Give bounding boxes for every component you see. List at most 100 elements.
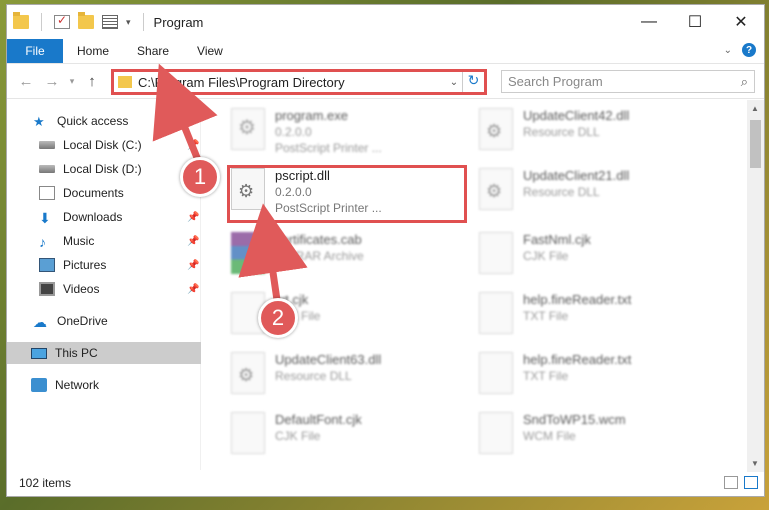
address-path[interactable]: C:\Program Files\Program Directory [138,75,446,90]
search-icon[interactable]: ⌕ [741,74,748,90]
refresh-icon[interactable]: ↻ [462,72,484,92]
vertical-scrollbar[interactable]: ▲ ▼ [747,100,764,472]
ribbon-right-controls: ⌄ ? [724,43,756,57]
nav-network[interactable]: Network [31,374,99,396]
large-icons-view-icon[interactable] [744,476,758,489]
pin-icon[interactable]: 📌 [187,212,199,223]
callout-badge-1: 1 [180,157,220,197]
pin-icon[interactable]: 📌 [187,140,199,151]
dll-gear-icon [231,352,265,394]
dll-gear-icon [479,108,513,150]
navigation-pane: ★ Quick access Local Disk (C:) 📌 Local D… [7,100,201,470]
nav-onedrive[interactable]: ☁ OneDrive [33,310,108,332]
file-item[interactable]: FastNml.cjk CJK File [473,228,713,284]
download-icon: ⬇ [39,210,51,226]
nav-item-label: OneDrive [57,314,108,328]
nav-item-label: Downloads [63,210,123,224]
folder-icon [13,12,29,29]
file-icon [479,232,513,274]
tab-view[interactable]: View [183,39,237,63]
videos-icon [39,282,55,296]
file-description: PostScript Printer ... [275,141,382,155]
file-item[interactable]: help.fineReader.txt TXT File [473,288,713,344]
disk-icon [39,165,55,173]
recent-chevron-icon[interactable]: ▾ [65,76,79,87]
file-type: WCM File [523,429,576,443]
item-count: 102 items [19,476,72,490]
maximize-button[interactable]: ☐ [672,5,718,39]
up-icon[interactable]: ↑ [79,73,105,90]
help-icon[interactable]: ? [742,43,756,57]
file-type: CJK File [275,429,321,443]
file-item[interactable]: help.fineReader.txt TXT File [473,348,713,404]
nav-local-disk-d[interactable]: Local Disk (D:) [39,158,142,180]
nav-item-label: Music [63,234,95,248]
file-type: Resource DLL [275,369,352,383]
file-icon [479,412,513,454]
properties-check-icon[interactable] [54,13,70,29]
title-bar: ▾ Program — ☐ ✕ [7,5,764,39]
tab-file[interactable]: File [7,39,63,63]
file-name: UpdateClient21.dll [523,168,630,183]
file-icon [231,412,265,454]
file-item[interactable]: UpdateClient42.dll Resource DLL [473,104,713,160]
file-item[interactable]: program.exe 0.2.0.0 PostScript Printer .… [225,104,465,160]
nav-this-pc[interactable]: This PC [7,342,201,364]
scroll-thumb[interactable] [750,120,761,168]
file-type: Resource DLL [523,185,600,199]
file-version: 0.2.0.0 [275,125,312,139]
scroll-up-icon[interactable]: ▲ [751,104,759,113]
nav-item-label: Local Disk (D:) [63,162,142,176]
nav-pictures[interactable]: Pictures 📌 [39,254,199,276]
nav-local-disk-c[interactable]: Local Disk (C:) 📌 [39,134,199,156]
content-area: ★ Quick access Local Disk (C:) 📌 Local D… [7,100,764,470]
file-type: TXT File [523,309,569,323]
file-item[interactable]: SndToWP15.wcm WCM File [473,408,713,464]
nav-music[interactable]: ♪ Music 📌 [39,230,199,252]
explorer-window: ▾ Program — ☐ ✕ File Home Share View ⌄ ?… [6,4,765,497]
file-type: Resource DLL [523,125,600,139]
cloud-icon: ☁ [33,314,47,330]
pin-icon[interactable]: 📌 [187,260,199,271]
computer-icon [31,347,47,359]
address-bar[interactable]: C:\Program Files\Program Directory ⌄ ↻ [111,69,487,95]
search-placeholder: Search Program [508,74,603,89]
customize-toolbar-icon[interactable] [102,15,118,29]
expand-ribbon-icon[interactable]: ⌄ [724,45,732,56]
file-name: program.exe [275,108,348,123]
back-icon[interactable]: ← [13,73,39,90]
scroll-down-icon[interactable]: ▼ [751,459,759,468]
file-type: TXT File [523,369,569,383]
file-item[interactable]: certificates.cab WinRAR Archive [225,228,465,284]
separator [41,13,42,31]
file-item[interactable]: DefaultFont.cjk CJK File [225,408,465,464]
window-controls: — ☐ ✕ [626,5,764,39]
close-button[interactable]: ✕ [718,5,764,39]
details-view-icon[interactable] [724,476,738,489]
nav-item-label: Documents [63,186,124,200]
chevron-down-icon[interactable]: ▾ [126,17,131,28]
minimize-button[interactable]: — [626,5,672,39]
tab-home[interactable]: Home [63,39,123,63]
disk-icon [39,141,55,149]
winrar-archive-icon [231,232,265,274]
window-title: Program [153,14,204,30]
file-item[interactable]: UpdateClient63.dll Resource DLL [225,348,465,404]
file-item[interactable]: UpdateClient21.dll Resource DLL [473,164,713,220]
nav-downloads[interactable]: ⬇ Downloads 📌 [39,206,199,228]
nav-quick-access[interactable]: ★ Quick access [33,110,128,132]
nav-videos[interactable]: Videos 📌 [39,278,199,300]
forward-icon[interactable]: → [39,73,65,90]
file-type: WinRAR Archive [275,249,364,263]
pin-icon[interactable]: 📌 [187,236,199,247]
tab-share[interactable]: Share [123,39,183,63]
search-input[interactable]: Search Program ⌕ [501,70,755,93]
chevron-down-icon[interactable]: ⌄ [446,77,462,88]
new-folder-icon[interactable] [78,12,94,29]
view-toggles [724,476,758,489]
callout-badge-2: 2 [258,298,298,338]
nav-item-label: Local Disk (C:) [63,138,142,152]
pin-icon[interactable]: 📌 [187,284,199,295]
nav-documents[interactable]: Documents [39,182,124,204]
music-icon: ♪ [39,234,46,250]
